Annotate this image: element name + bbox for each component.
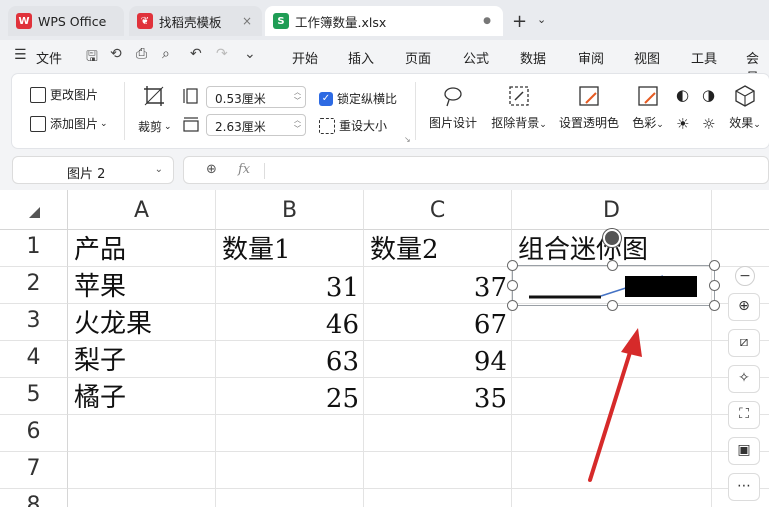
annotation-arrow [588,328,642,482]
wps-spreadsheet-window: W WPS Office ❦ 找稻壳模板 × S 工作簿数量.xlsx ● + … [0,0,769,507]
